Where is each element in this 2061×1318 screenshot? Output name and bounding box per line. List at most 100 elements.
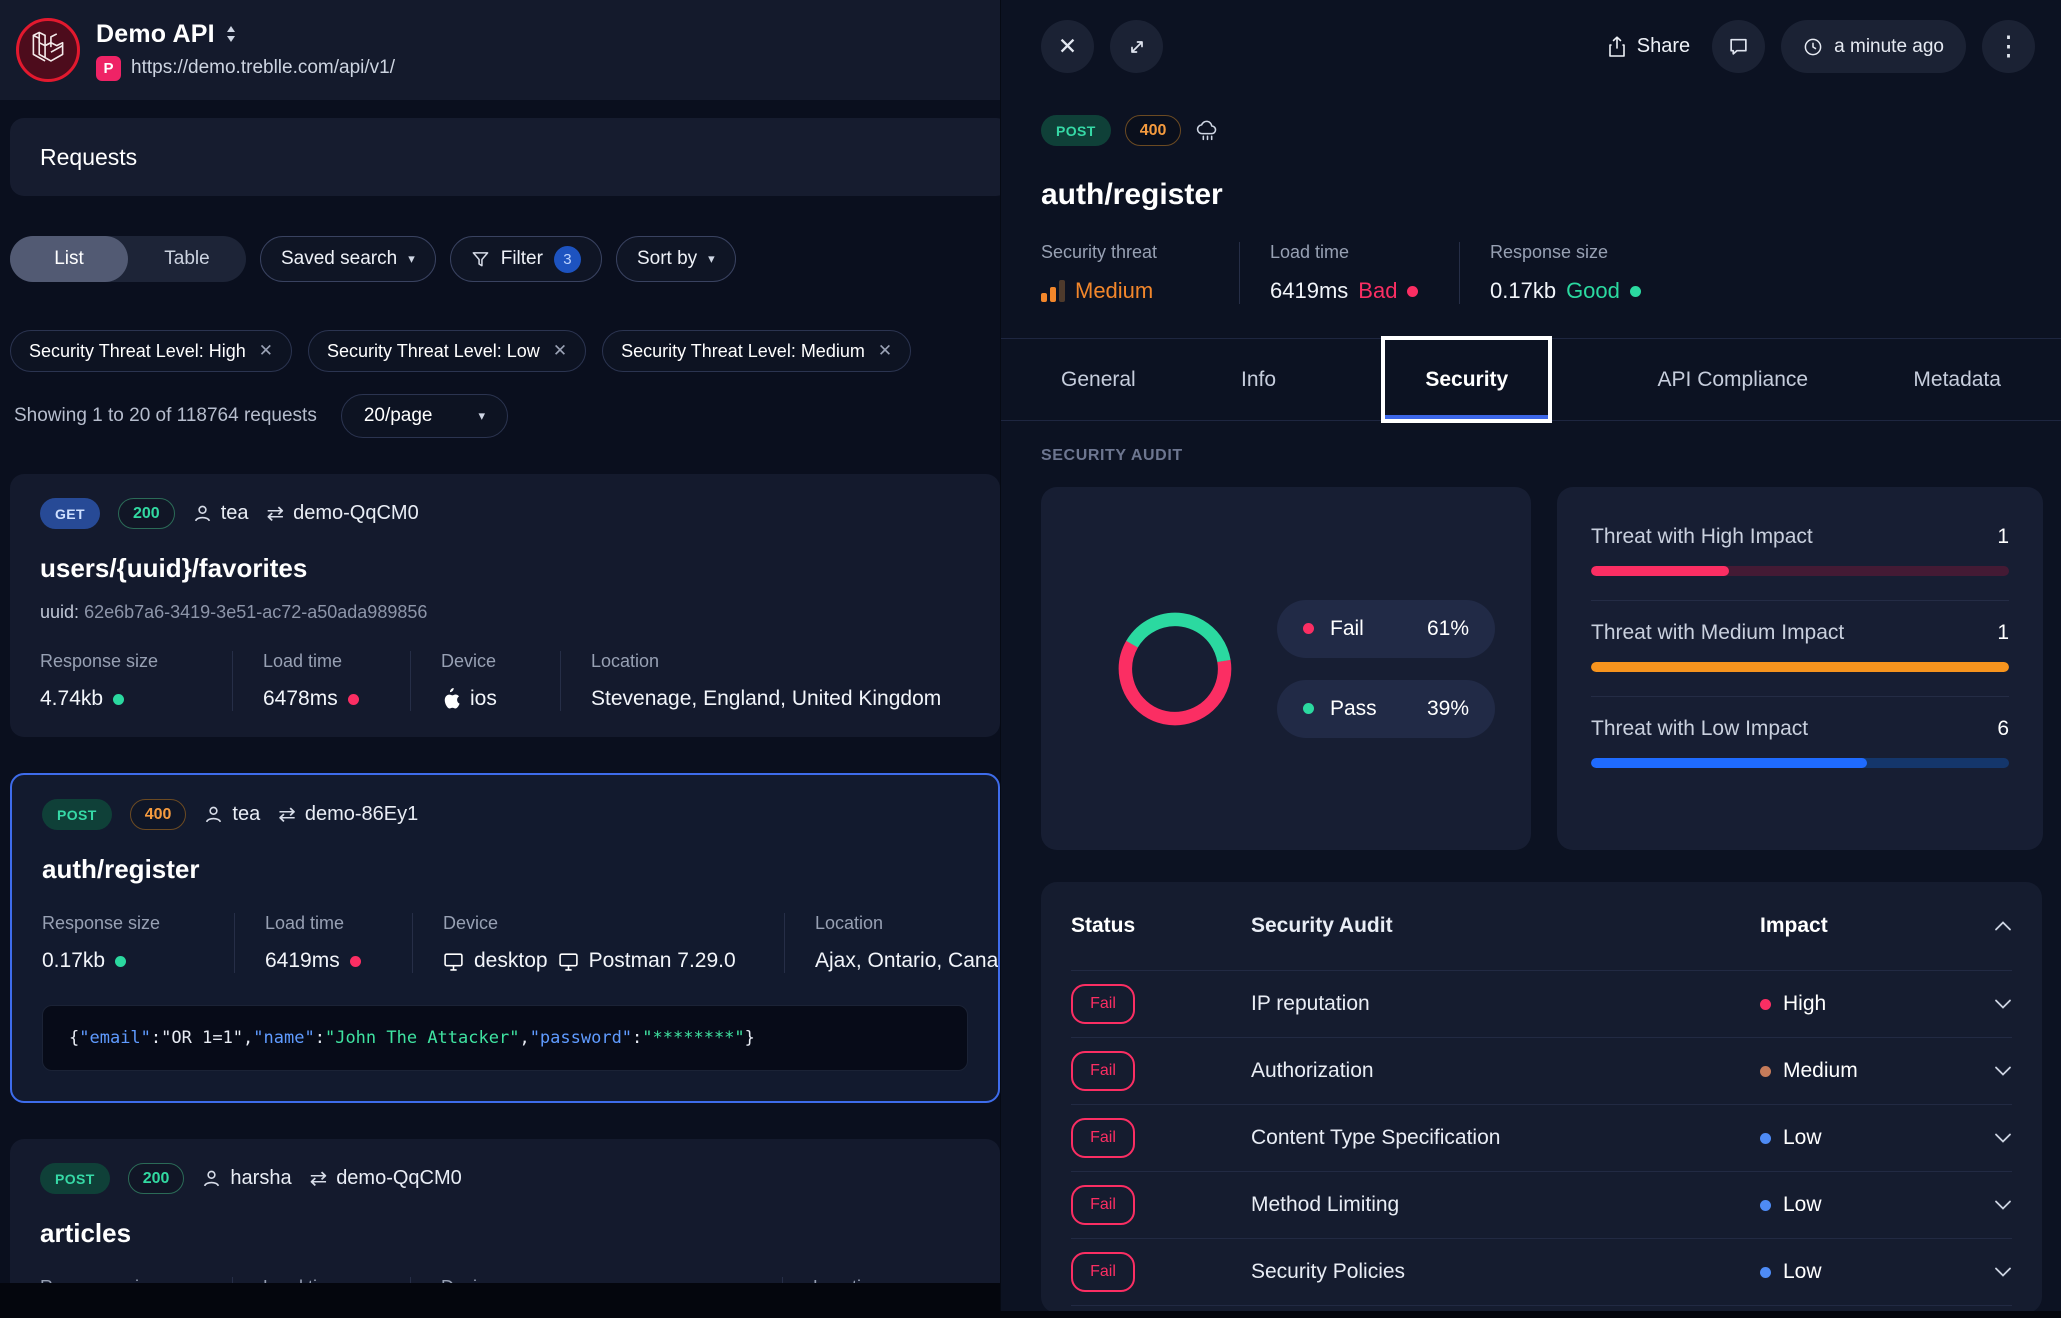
chevron-down-icon <box>1994 1065 2012 1077</box>
threat-low-row: Threat with Low Impact 6 <box>1591 696 2009 792</box>
view-toggle-list[interactable]: List <box>10 236 128 282</box>
threat-low-bar <box>1591 758 2009 768</box>
table-row[interactable]: Fail Content Type Specification Low <box>1071 1104 2012 1171</box>
close-icon[interactable]: ✕ <box>878 341 892 361</box>
api-switcher-icon[interactable] <box>225 25 237 43</box>
request-user: harsha <box>202 1167 291 1190</box>
view-toggle-table[interactable]: Table <box>128 236 246 282</box>
more-menu-button[interactable]: ⋮ <box>1982 20 2035 73</box>
stat-response-size: Response size 4.74kb <box>40 651 232 711</box>
close-icon[interactable]: ✕ <box>259 341 273 361</box>
table-row[interactable]: Fail Authorization Medium <box>1071 1037 2012 1104</box>
col-impact-header: Impact <box>1760 914 1976 938</box>
legend-value: 61% <box>1427 617 1469 641</box>
requests-controls: List Table Saved search ▾ Filter 3 Sort … <box>10 236 1000 282</box>
col-status-header: Status <box>1071 914 1251 938</box>
expand-row-button[interactable] <box>1976 1132 2012 1144</box>
stat-load-time: Load time <box>232 1277 410 1283</box>
expand-icon <box>1127 37 1147 57</box>
requests-title: Requests <box>40 144 137 171</box>
share-button[interactable]: Share <box>1607 35 1690 58</box>
impact-label: Low <box>1783 1126 1822 1150</box>
timestamp-label: a minute ago <box>1834 36 1944 58</box>
stat-response-size: Response size <box>40 1277 232 1283</box>
saved-search-button[interactable]: Saved search ▾ <box>260 236 436 282</box>
close-icon[interactable]: ✕ <box>553 341 567 361</box>
threat-count: 1 <box>1997 621 2009 645</box>
threat-high-row: Threat with High Impact 1 <box>1591 505 2009 600</box>
api-title[interactable]: Demo API <box>96 20 215 49</box>
laravel-icon <box>30 31 66 69</box>
status-badge: 400 <box>1125 115 1182 146</box>
chevron-up-icon <box>1994 920 2012 932</box>
user-icon <box>202 1169 221 1188</box>
tab-metadata[interactable]: Metadata <box>1913 368 2001 392</box>
share-icon <box>1607 36 1627 58</box>
expand-button[interactable] <box>1110 20 1163 73</box>
pass-dot <box>1303 703 1314 714</box>
impact-medium-dot <box>1760 1066 1771 1077</box>
section-title: SECURITY AUDIT <box>1041 447 2061 465</box>
tab-api-compliance[interactable]: API Compliance <box>1658 368 1809 392</box>
request-card-selected[interactable]: POST 400 tea ⇄ demo-86Ey1 auth/register … <box>10 773 1000 1103</box>
request-project: ⇄ demo-QqCM0 <box>267 501 419 526</box>
request-project: ⇄ demo-86Ey1 <box>278 802 418 827</box>
good-dot <box>115 956 126 967</box>
status-badge: 200 <box>128 1163 185 1194</box>
comment-button[interactable] <box>1712 20 1765 73</box>
request-card[interactable]: GET 200 tea ⇄ demo-QqCM0 users/{uuid}/fa… <box>10 474 1000 737</box>
impact-label: High <box>1783 992 1826 1016</box>
request-payload: {"email":"OR 1=1","name":"John The Attac… <box>42 1005 968 1071</box>
stat-device: Device <box>410 1277 782 1283</box>
table-row[interactable]: Fail Security Policies Low <box>1071 1238 2012 1305</box>
showing-text: Showing 1 to 20 of 118764 requests <box>14 405 317 427</box>
legend-fail[interactable]: Fail 61% <box>1277 600 1495 658</box>
detail-stats: Security threat Medium Load time 6419ms … <box>1041 242 2061 304</box>
api-logo[interactable] <box>16 18 80 82</box>
impact-label: Low <box>1783 1260 1822 1284</box>
threat-label: Threat with Low Impact <box>1591 717 1808 741</box>
threat-medium-bar <box>1591 662 2009 672</box>
method-badge: GET <box>40 498 100 529</box>
expand-row-button[interactable] <box>1976 1199 2012 1211</box>
table-row[interactable]: Fail IP reputation High <box>1071 970 2012 1037</box>
filter-chip-medium[interactable]: Security Threat Level: Medium ✕ <box>602 330 911 372</box>
request-user: tea <box>204 803 260 826</box>
filter-chip-high[interactable]: Security Threat Level: High ✕ <box>10 330 292 372</box>
expand-row-button[interactable] <box>1976 1065 2012 1077</box>
swap-icon: ⇄ <box>278 802 296 827</box>
filter-button[interactable]: Filter 3 <box>450 236 602 282</box>
tab-security[interactable]: Security <box>1381 336 1552 423</box>
impact-label: Medium <box>1783 1059 1858 1083</box>
collapse-button[interactable] <box>1976 920 2012 932</box>
stat-response-size: Response size 0.17kb <box>42 913 234 973</box>
requests-title-card: Requests <box>10 118 1000 196</box>
timestamp-pill[interactable]: a minute ago <box>1781 20 1966 73</box>
expand-row-button[interactable] <box>1976 1266 2012 1278</box>
page-size-value: 20/page <box>364 405 433 427</box>
expand-row-button[interactable] <box>1976 998 2012 1010</box>
audit-donut-card: Fail 61% Pass 39% <box>1041 487 1531 850</box>
legend-pass[interactable]: Pass 39% <box>1277 680 1495 738</box>
detail-tabs: General Info Security API Compliance Met… <box>1001 338 2061 421</box>
share-label: Share <box>1637 35 1690 58</box>
filter-chip-low[interactable]: Security Threat Level: Low ✕ <box>308 330 586 372</box>
impact-high-dot <box>1760 999 1771 1010</box>
impact-label: Low <box>1783 1193 1822 1217</box>
audit-name: IP reputation <box>1251 992 1760 1016</box>
api-base-url: https://demo.treblle.com/api/v1/ <box>131 57 395 79</box>
detail-badges: POST 400 <box>1041 115 2061 146</box>
request-card[interactable]: POST 200 harsha ⇄ demo-QqCM0 articles Re… <box>10 1139 1000 1283</box>
tab-info[interactable]: Info <box>1241 368 1276 392</box>
close-button[interactable]: ✕ <box>1041 20 1094 73</box>
bad-dot <box>348 694 359 705</box>
stat-load-time: Load time 6478ms <box>232 651 410 711</box>
page-size-select[interactable]: 20/page ▾ <box>341 394 508 438</box>
security-audit-table: Status Security Audit Impact Fail IP rep… <box>1041 882 2042 1311</box>
threat-count: 6 <box>1997 717 2009 741</box>
swap-icon: ⇄ <box>310 1166 328 1191</box>
threat-label: Threat with Medium Impact <box>1591 621 1844 645</box>
tab-general[interactable]: General <box>1061 368 1136 392</box>
sort-by-button[interactable]: Sort by ▾ <box>616 236 736 282</box>
table-row[interactable]: Fail Method Limiting Low <box>1071 1171 2012 1238</box>
